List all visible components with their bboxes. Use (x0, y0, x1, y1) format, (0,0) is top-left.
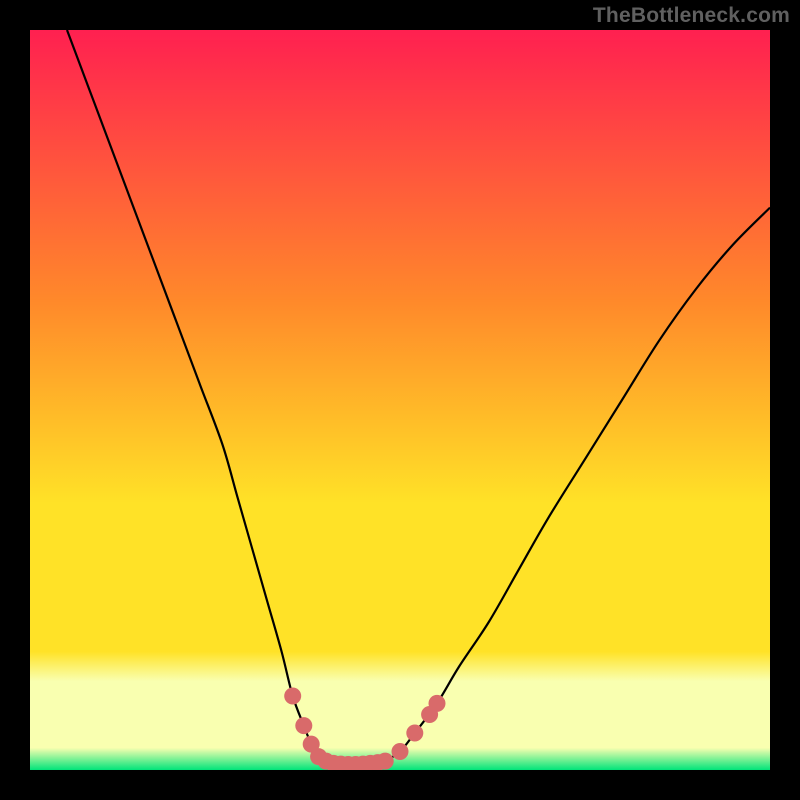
valley-marker (406, 725, 423, 742)
bottleneck-curve-chart (30, 30, 770, 770)
watermark-text: TheBottleneck.com (593, 4, 790, 28)
valley-marker (392, 743, 409, 760)
valley-marker (295, 717, 312, 734)
heatmap-background (30, 30, 770, 770)
chart-frame: TheBottleneck.com (0, 0, 800, 800)
valley-marker (284, 688, 301, 705)
valley-marker (377, 753, 394, 770)
valley-marker (429, 695, 446, 712)
plot-area (30, 30, 770, 770)
